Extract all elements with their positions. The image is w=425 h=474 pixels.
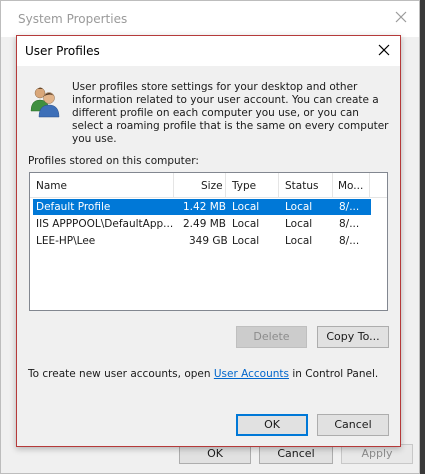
cell-name: IIS APPPOOL\DefaultApp...	[36, 218, 174, 230]
create-accounts-text: To create new user accounts, open User A…	[28, 368, 378, 380]
copy-to-button[interactable]: Copy To...	[317, 326, 389, 348]
close-icon[interactable]	[376, 42, 392, 58]
system-properties-apply-button[interactable]: Apply	[341, 444, 413, 464]
column-header-modified[interactable]: Mo...	[338, 180, 363, 192]
cell-size: 2.49 MB	[183, 218, 226, 230]
cell-type: Local	[232, 235, 260, 247]
column-divider[interactable]	[225, 173, 226, 197]
cell-modified: 8/...	[339, 218, 360, 230]
users-icon	[30, 87, 60, 118]
profiles-list[interactable]: Name Size Type Status Mo... Default Prof…	[29, 172, 388, 311]
system-properties-title: System Properties	[18, 12, 128, 26]
system-properties-titlebar: System Properties	[1, 1, 419, 37]
cancel-button[interactable]: Cancel	[317, 414, 389, 436]
user-profiles-dialog: User Profiles User profiles store settin…	[16, 35, 401, 447]
cell-name: Default Profile	[36, 201, 111, 213]
table-row[interactable]: LEE-HP\Lee 349 GB Local Local 8/...	[33, 233, 371, 249]
column-divider[interactable]	[173, 173, 174, 197]
cell-status: Local	[285, 235, 313, 247]
list-header: Name Size Type Status Mo...	[30, 173, 387, 198]
system-properties-cancel-button[interactable]: Cancel	[259, 444, 333, 464]
cell-status: Local	[285, 201, 313, 213]
close-icon[interactable]	[393, 9, 409, 25]
column-divider[interactable]	[332, 173, 333, 197]
column-header-status[interactable]: Status	[285, 180, 318, 192]
cell-status: Local	[285, 218, 313, 230]
cell-type: Local	[232, 201, 260, 213]
table-row[interactable]: IIS APPPOOL\DefaultApp... 2.49 MB Local …	[33, 216, 371, 232]
ok-button[interactable]: OK	[236, 414, 308, 436]
user-accounts-link[interactable]: User Accounts	[214, 368, 289, 380]
create-text-suffix: in Control Panel.	[289, 368, 379, 380]
column-header-type[interactable]: Type	[232, 180, 256, 192]
table-row[interactable]: Default Profile 1.42 MB Local Local 8/..…	[33, 199, 371, 215]
cell-size: 349 GB	[189, 235, 228, 247]
info-text: User profiles store settings for your de…	[72, 81, 389, 145]
column-header-name[interactable]: Name	[36, 180, 67, 192]
column-header-size[interactable]: Size	[201, 180, 223, 192]
cell-size: 1.42 MB	[183, 201, 226, 213]
cell-name: LEE-HP\Lee	[36, 235, 96, 247]
profiles-stored-label: Profiles stored on this computer:	[28, 155, 199, 167]
cell-modified: 8/...	[339, 235, 360, 247]
column-divider[interactable]	[278, 173, 279, 197]
user-profiles-titlebar: User Profiles	[17, 36, 400, 66]
system-properties-ok-button[interactable]: OK	[179, 444, 251, 464]
dialog-title: User Profiles	[25, 44, 100, 58]
create-text-prefix: To create new user accounts, open	[28, 368, 214, 380]
column-divider[interactable]	[369, 173, 370, 197]
cell-type: Local	[232, 218, 260, 230]
delete-button[interactable]: Delete	[236, 326, 307, 348]
cell-modified: 8/...	[339, 201, 360, 213]
